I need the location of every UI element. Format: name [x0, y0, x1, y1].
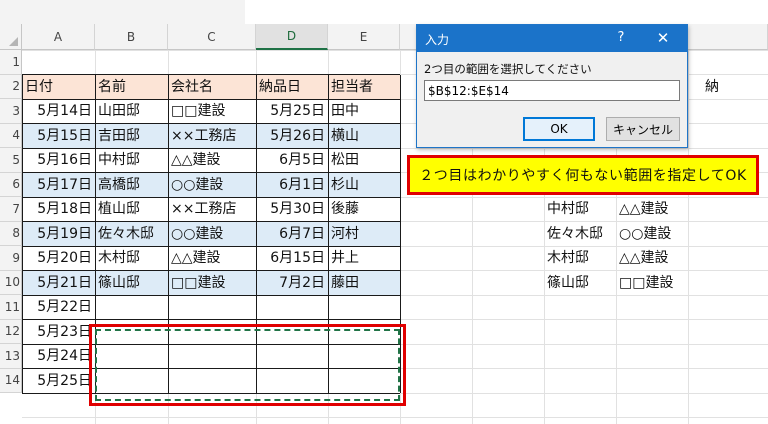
table-cell[interactable]: 6月5日 [256, 148, 328, 173]
column-header-B[interactable]: B [95, 24, 168, 50]
table-cell[interactable]: 植山邸 [95, 197, 168, 222]
partial-header: 納 [705, 78, 719, 95]
table-cell[interactable]: 5月14日 [22, 99, 95, 124]
close-icon[interactable]: ✕ [655, 29, 671, 47]
table-cell[interactable]: △△建設 [168, 246, 256, 271]
column-title: 日付 [25, 78, 53, 95]
range-input[interactable]: $B$12:$E$14 [424, 80, 680, 101]
date-cell[interactable]: 5月22日 [22, 295, 95, 320]
row-header-5[interactable]: 5 [0, 148, 22, 173]
table-cell[interactable]: 5月17日 [22, 173, 95, 198]
table-cell[interactable]: 松田 [328, 148, 400, 173]
annotation-callout: ２つ目はわかりやすく何もない範囲を指定してOK [407, 155, 759, 195]
row-header-13[interactable]: 13 [0, 344, 22, 369]
table-cell[interactable]: 6月15日 [256, 246, 328, 271]
table-cell[interactable]: ××工務店 [168, 197, 256, 222]
table-cell[interactable]: 井上 [328, 246, 400, 271]
row-header-12[interactable]: 12 [0, 319, 22, 344]
row-header-9[interactable]: 9 [0, 246, 22, 271]
table-cell[interactable]: 5月19日 [22, 222, 95, 247]
gridline [22, 417, 768, 418]
column-header-A[interactable]: A [22, 24, 95, 50]
table-cell[interactable]: 6月1日 [256, 173, 328, 198]
dialog-title: 入力 [425, 33, 450, 47]
column-header-E[interactable]: E [328, 24, 400, 50]
table-cell[interactable]: 杉山 [328, 173, 400, 198]
table-cell[interactable]: 高橋邸 [95, 173, 168, 198]
select-all-corner[interactable] [0, 24, 22, 50]
row-header-4[interactable]: 4 [0, 123, 22, 148]
dialog-prompt: 2つ目の範囲を選択してください [424, 62, 592, 76]
table-cell[interactable]: 6月7日 [256, 222, 328, 247]
column-header-C[interactable]: C [168, 24, 256, 50]
row-header-3[interactable]: 3 [0, 99, 22, 124]
input-dialog: 入力 ? ✕ 2つ目の範囲を選択してください $B$12:$E$14 OK キャ… [416, 24, 688, 148]
table-cell[interactable]: 5月30日 [256, 197, 328, 222]
table-cell[interactable]: △△建設 [168, 148, 256, 173]
table-cell[interactable]: 5月21日 [22, 271, 95, 296]
table-cell[interactable]: 木村邸 [95, 246, 168, 271]
list-company[interactable]: ○○建設 [616, 222, 696, 247]
row-header-7[interactable]: 7 [0, 197, 22, 222]
table-cell[interactable]: □□建設 [168, 271, 256, 296]
list-name[interactable]: 木村邸 [544, 246, 616, 271]
table-cell[interactable]: ××工務店 [168, 124, 256, 149]
list-company[interactable]: □□建設 [616, 271, 696, 296]
table-cell[interactable]: 5月18日 [22, 197, 95, 222]
table-cell[interactable]: 後藤 [328, 197, 400, 222]
table-cell[interactable]: 篠山邸 [95, 271, 168, 296]
list-name[interactable]: 中村邸 [544, 197, 616, 222]
date-cell[interactable]: 5月23日 [22, 320, 95, 345]
list-company[interactable]: △△建設 [616, 246, 696, 271]
column-title: 納品日 [259, 78, 301, 95]
selection-marquee [95, 329, 400, 401]
column-title: 担当者 [331, 78, 373, 95]
row-header-8[interactable]: 8 [0, 221, 22, 246]
table-cell[interactable]: 7月2日 [256, 271, 328, 296]
ok-button[interactable]: OK [523, 117, 595, 141]
column-title: 名前 [98, 78, 126, 95]
table-cell[interactable]: 横山 [328, 124, 400, 149]
row-header-1[interactable]: 1 [0, 50, 22, 75]
table-cell[interactable]: 吉田邸 [95, 124, 168, 149]
table-cell[interactable]: ○○建設 [168, 222, 256, 247]
row-header-11[interactable]: 11 [0, 295, 22, 320]
formula-area [0, 0, 245, 25]
list-name[interactable]: 佐々木邸 [544, 222, 616, 247]
column-title: 会社名 [171, 78, 213, 95]
table-cell[interactable]: 5月16日 [22, 148, 95, 173]
column-header-D[interactable]: D [256, 24, 328, 50]
table-cell[interactable]: 5月20日 [22, 246, 95, 271]
date-cell[interactable]: 5月25日 [22, 369, 95, 394]
ribbon-strip [0, 0, 768, 25]
row-header-6[interactable]: 6 [0, 172, 22, 197]
table-cell[interactable]: 河村 [328, 222, 400, 247]
table-cell[interactable]: 田中 [328, 99, 400, 124]
row-header-14[interactable]: 14 [0, 368, 22, 393]
table-cell[interactable]: 中村邸 [95, 148, 168, 173]
table-cell[interactable]: 佐々木邸 [95, 222, 168, 247]
table-cell[interactable]: 5月15日 [22, 124, 95, 149]
table-cell[interactable]: ○○建設 [168, 173, 256, 198]
table-cell[interactable]: 5月25日 [256, 99, 328, 124]
dialog-title-bar: 入力 ? ✕ [417, 25, 687, 52]
cancel-button[interactable]: キャンセル [606, 117, 680, 141]
help-icon[interactable]: ? [614, 30, 628, 45]
row-header-10[interactable]: 10 [0, 270, 22, 295]
table-cell[interactable]: 山田邸 [95, 99, 168, 124]
row-header-2[interactable]: 2 [0, 74, 22, 99]
table-cell[interactable]: □□建設 [168, 99, 256, 124]
list-name[interactable]: 篠山邸 [544, 271, 616, 296]
table-cell[interactable]: 藤田 [328, 271, 400, 296]
table-cell[interactable]: 5月26日 [256, 124, 328, 149]
list-company[interactable]: △△建設 [616, 197, 696, 222]
date-cell[interactable]: 5月24日 [22, 344, 95, 369]
